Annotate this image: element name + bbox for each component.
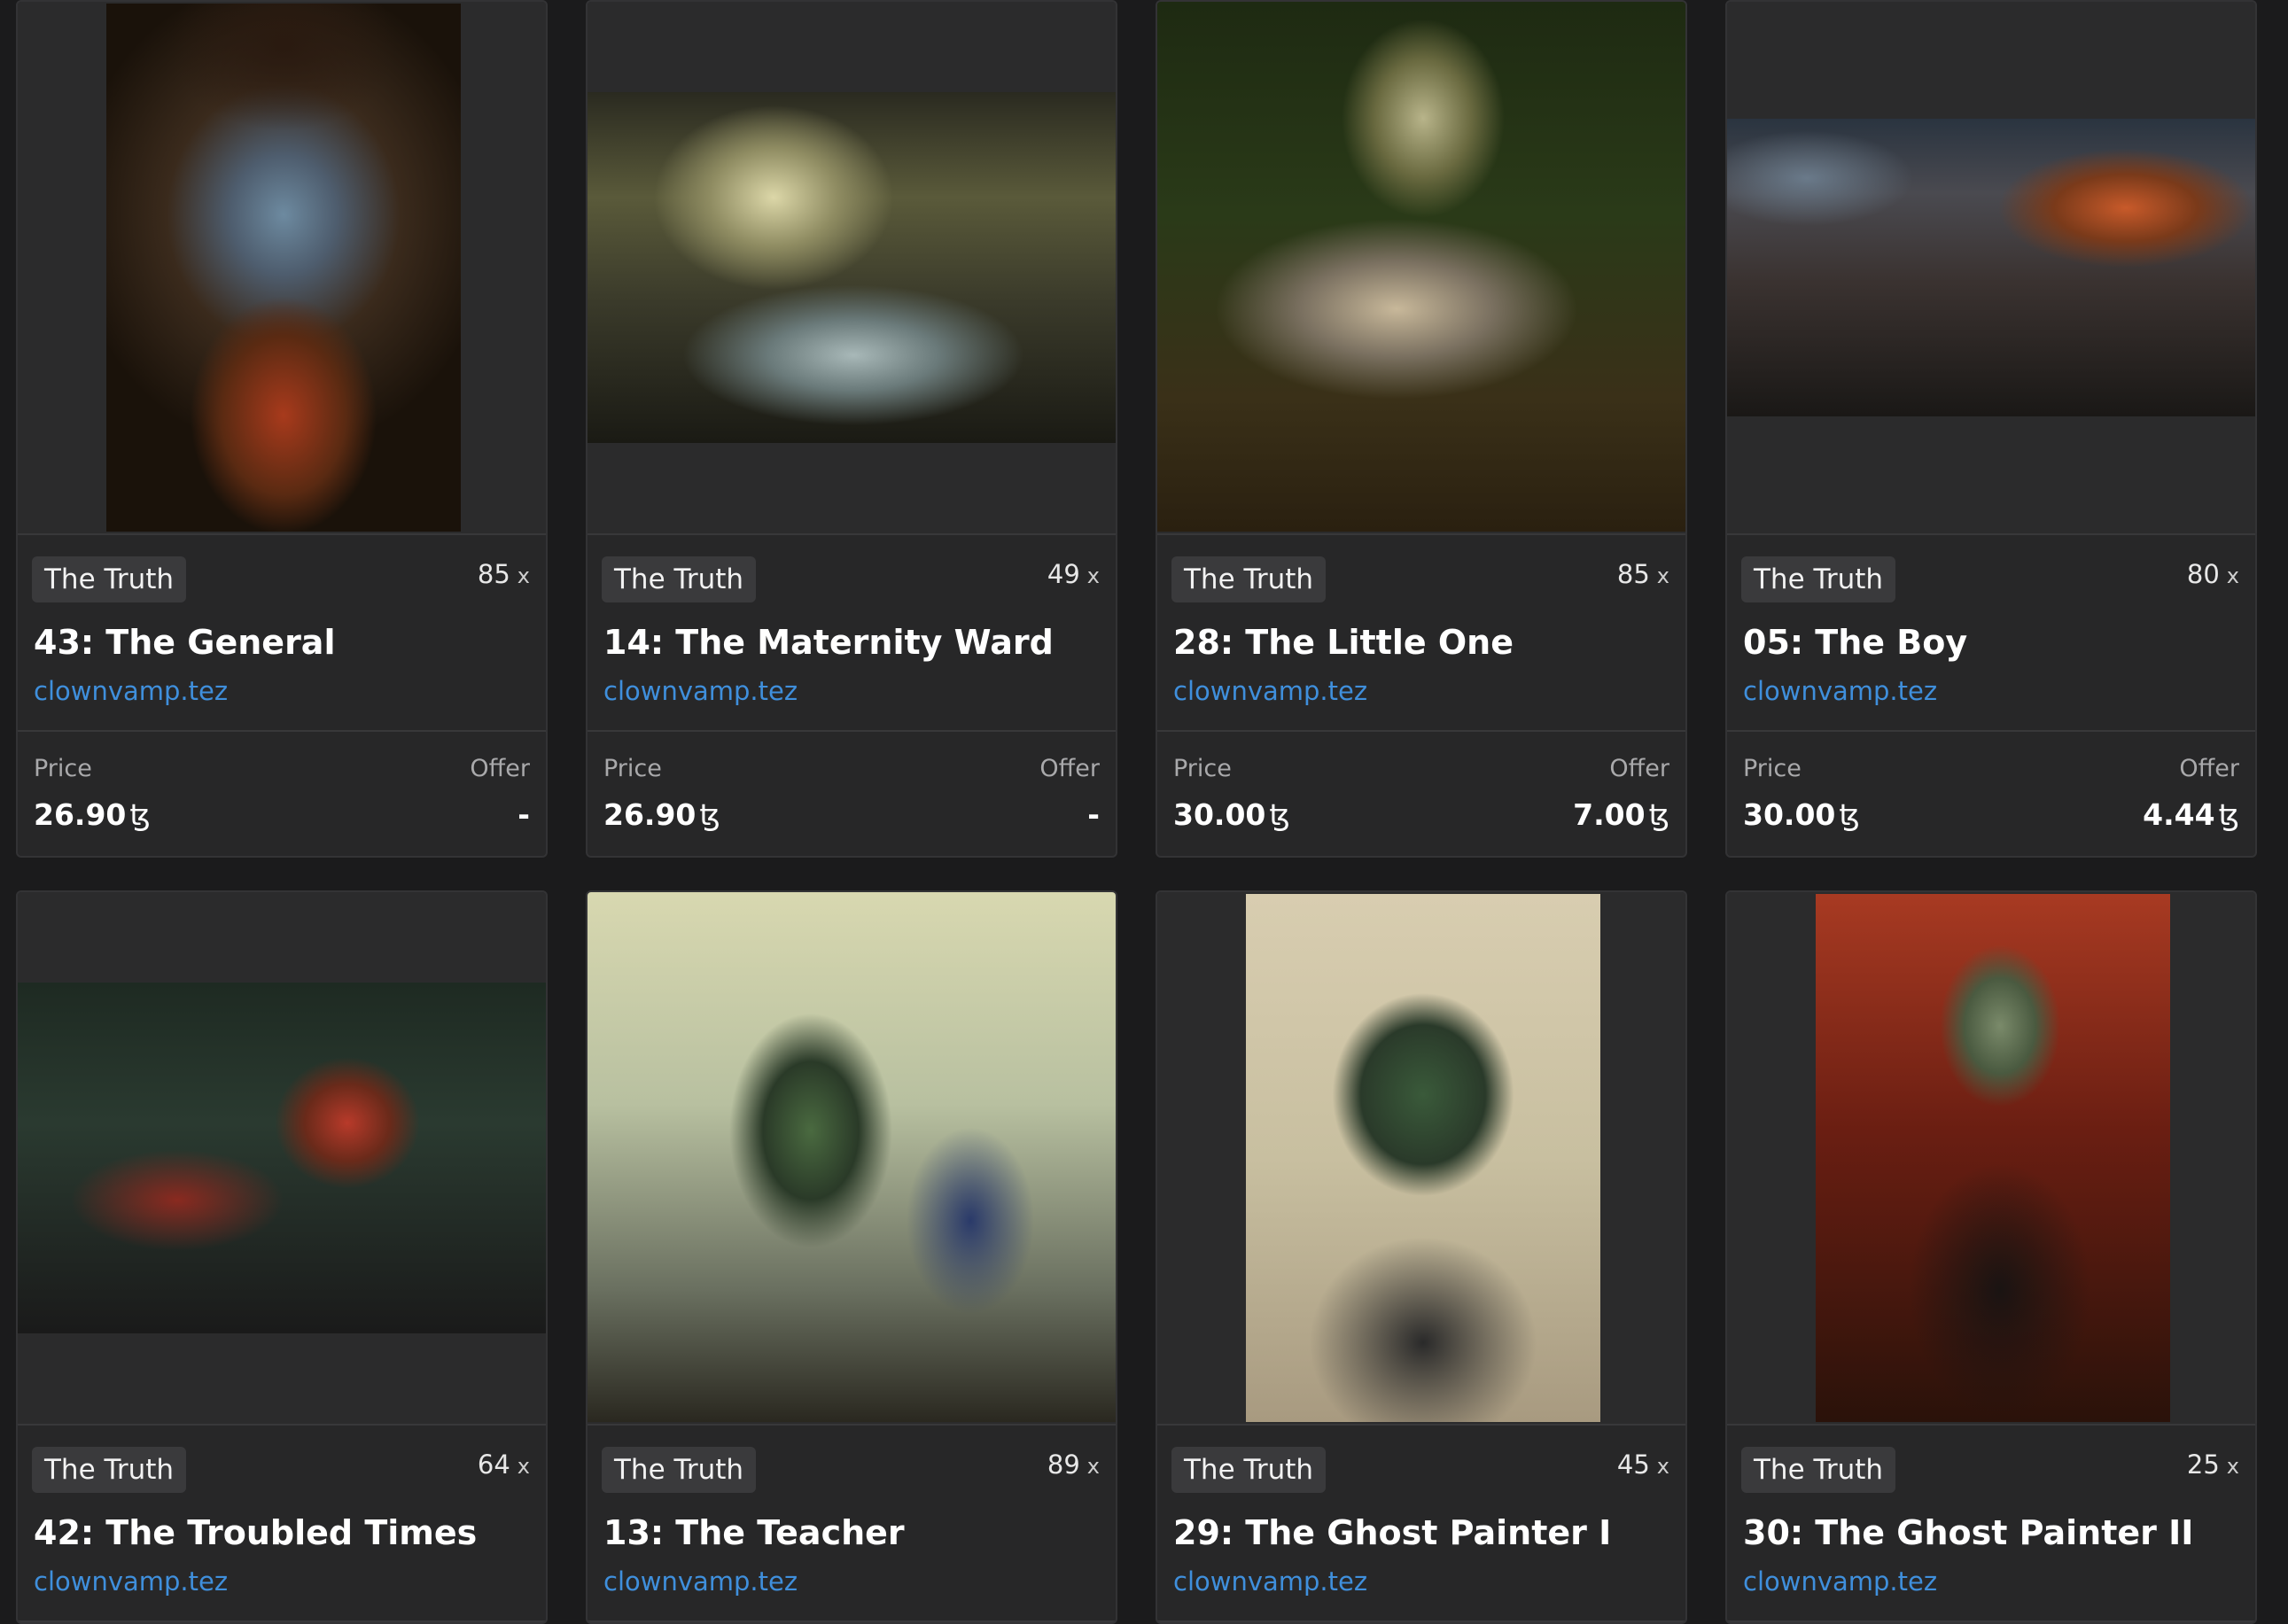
card-info: The Truth 85 x 43: The General clownvamp.…	[18, 535, 546, 732]
collection-tag[interactable]: The Truth	[1741, 1447, 1896, 1493]
artwork-card[interactable]: The Truth 45 x 29: The Ghost Painter I cl…	[1156, 890, 1687, 1624]
card-info: The Truth 64 x 42: The Troubled Times clo…	[18, 1426, 546, 1622]
artwork-title[interactable]: 29: The Ghost Painter I	[1173, 1511, 1611, 1555]
offer-label: Offer	[1609, 755, 1669, 782]
artwork-image-the-general[interactable]	[106, 4, 461, 532]
artwork-title[interactable]: 28: The Little One	[1173, 620, 1514, 664]
artwork-title[interactable]: 30: The Ghost Painter II	[1743, 1511, 2193, 1555]
artwork-grid: The Truth 85 x 43: The General clownvamp.…	[0, 0, 2288, 1624]
artwork-image-the-teacher[interactable]	[588, 892, 1116, 1422]
card-info: The Truth 45 x 29: The Ghost Painter I cl…	[1157, 1426, 1685, 1622]
price-label: Price	[603, 755, 662, 782]
artwork-media	[1157, 2, 1685, 535]
creator-link[interactable]: clownvamp.tez	[603, 1564, 798, 1599]
collection-tag[interactable]: The Truth	[32, 556, 187, 602]
artwork-title[interactable]: 05: The Boy	[1743, 620, 1967, 664]
card-info: The Truth 89 x 13: The Teacher clownvamp.…	[588, 1426, 1116, 1622]
offer-value: 4.44 ꜩ	[2143, 797, 2239, 832]
artwork-image-the-maternity-ward[interactable]	[588, 92, 1116, 443]
price-label: Price	[34, 755, 92, 782]
price-value: 30.00 ꜩ	[1173, 797, 1290, 832]
artwork-title[interactable]: 43: The General	[34, 620, 335, 664]
artwork-title[interactable]: 42: The Troubled Times	[34, 1511, 477, 1555]
card-pricing: Price Offer 26.90 ꜩ -	[588, 732, 1116, 856]
edition-count: 49 x	[1047, 559, 1100, 589]
collection-tag[interactable]: The Truth	[1741, 556, 1896, 602]
edition-count: 25 x	[2186, 1449, 2239, 1480]
tez-currency-icon: ꜩ	[2218, 797, 2239, 832]
artwork-card[interactable]: The Truth 64 x 42: The Troubled Times clo…	[16, 890, 548, 1624]
artwork-media	[1727, 2, 2255, 535]
price-value: 30.00 ꜩ	[1743, 797, 1860, 832]
offer-value: 7.00 ꜩ	[1573, 797, 1669, 832]
artwork-card[interactable]: The Truth 89 x 13: The Teacher clownvamp.…	[586, 890, 1117, 1624]
creator-link[interactable]: clownvamp.tez	[1173, 1564, 1367, 1599]
tez-currency-icon: ꜩ	[1839, 797, 1860, 832]
artwork-card[interactable]: The Truth 80 x 05: The Boy clownvamp.tez …	[1725, 0, 2257, 858]
artwork-image-the-ghost-painter-i[interactable]	[1246, 894, 1600, 1422]
edition-count: 85 x	[477, 559, 530, 589]
offer-value: -	[1087, 797, 1100, 832]
collection-tag[interactable]: The Truth	[602, 556, 757, 602]
price-value: 26.90 ꜩ	[34, 797, 151, 832]
artwork-title[interactable]: 13: The Teacher	[603, 1511, 905, 1555]
tez-currency-icon: ꜩ	[1648, 797, 1669, 832]
artwork-media	[18, 2, 546, 535]
collection-tag[interactable]: The Truth	[602, 1447, 757, 1493]
card-info: The Truth 49 x 14: The Maternity Ward clo…	[588, 535, 1116, 732]
artwork-image-the-ghost-painter-ii[interactable]	[1816, 894, 2170, 1422]
artwork-media	[1727, 892, 2255, 1426]
edition-count: 80 x	[2186, 559, 2239, 589]
creator-link[interactable]: clownvamp.tez	[603, 673, 798, 709]
card-pricing: Price Offer 30.00 ꜩ 4.44 ꜩ	[1727, 732, 2255, 856]
artwork-title[interactable]: 14: The Maternity Ward	[603, 620, 1054, 664]
artwork-media	[588, 2, 1116, 535]
card-pricing: Price Offer 30.00 ꜩ 7.00 ꜩ	[1157, 732, 1685, 856]
tez-currency-icon: ꜩ	[129, 797, 151, 832]
artwork-media	[588, 892, 1116, 1426]
creator-link[interactable]: clownvamp.tez	[1743, 1564, 1937, 1599]
artwork-image-the-little-one[interactable]	[1157, 2, 1685, 532]
creator-link[interactable]: clownvamp.tez	[34, 673, 228, 709]
artwork-media	[1157, 892, 1685, 1426]
collection-tag[interactable]: The Truth	[1171, 1447, 1327, 1493]
price-label: Price	[1173, 755, 1232, 782]
artwork-card[interactable]: The Truth 25 x 30: The Ghost Painter II c…	[1725, 890, 2257, 1624]
artwork-card[interactable]: The Truth 49 x 14: The Maternity Ward clo…	[586, 0, 1117, 858]
edition-count: 45 x	[1616, 1449, 1669, 1480]
artwork-card[interactable]: The Truth 85 x 43: The General clownvamp.…	[16, 0, 548, 858]
creator-link[interactable]: clownvamp.tez	[1173, 673, 1367, 709]
tez-currency-icon: ꜩ	[699, 797, 720, 832]
offer-label: Offer	[1039, 755, 1100, 782]
artwork-media	[18, 892, 546, 1426]
price-label: Price	[1743, 755, 1802, 782]
card-info: The Truth 85 x 28: The Little One clownva…	[1157, 535, 1685, 732]
offer-value: -	[518, 797, 530, 832]
creator-link[interactable]: clownvamp.tez	[1743, 673, 1937, 709]
card-pricing: Price Offer 26.90 ꜩ -	[18, 732, 546, 856]
artwork-image-the-troubled-times[interactable]	[18, 983, 546, 1333]
creator-link[interactable]: clownvamp.tez	[34, 1564, 228, 1599]
artwork-card[interactable]: The Truth 85 x 28: The Little One clownva…	[1156, 0, 1687, 858]
collection-tag[interactable]: The Truth	[1171, 556, 1327, 602]
price-value: 26.90 ꜩ	[603, 797, 720, 832]
edition-count: 89 x	[1047, 1449, 1100, 1480]
collection-tag[interactable]: The Truth	[32, 1447, 187, 1493]
edition-count: 64 x	[477, 1449, 530, 1480]
card-info: The Truth 80 x 05: The Boy clownvamp.tez	[1727, 535, 2255, 732]
artwork-image-the-boy[interactable]	[1727, 119, 2255, 416]
tez-currency-icon: ꜩ	[1269, 797, 1290, 832]
edition-count: 85 x	[1616, 559, 1669, 589]
card-info: The Truth 25 x 30: The Ghost Painter II c…	[1727, 1426, 2255, 1622]
offer-label: Offer	[2179, 755, 2239, 782]
offer-label: Offer	[470, 755, 530, 782]
